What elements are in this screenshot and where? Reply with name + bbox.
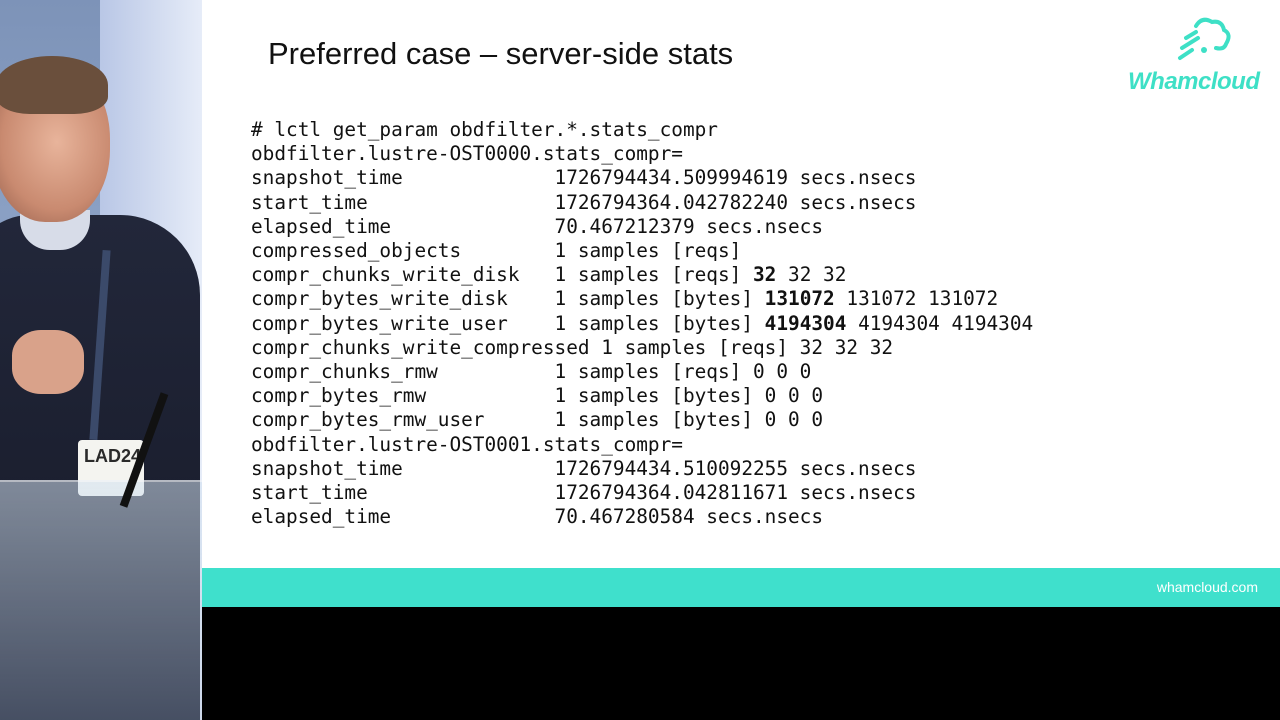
- glass-podium: [0, 480, 202, 720]
- code-highlight: 32: [753, 263, 777, 287]
- code-line: compr_bytes_write_user 1 samples [bytes]…: [251, 312, 1033, 336]
- code-text: compr_chunks_write_compressed 1 samples …: [251, 335, 894, 359]
- code-text: obdfilter.lustre-OST0000.stats_compr=: [251, 142, 683, 166]
- code-line: compr_bytes_rmw 1 samples [bytes] 0 0 0: [251, 384, 1033, 408]
- code-block: # lctl get_param obdfilter.*.stats_compr…: [251, 118, 1033, 529]
- code-text: snapshot_time 1726794434.510092255 secs.…: [251, 456, 917, 480]
- code-line: obdfilter.lustre-OST0000.stats_compr=: [251, 142, 1033, 166]
- code-line: snapshot_time 1726794434.510092255 secs.…: [251, 457, 1033, 481]
- code-text: compr_chunks_rmw 1 samples [reqs] 0 0 0: [251, 360, 812, 384]
- presentation-slide: Preferred case – server-side stats Whamc…: [202, 0, 1280, 607]
- footer-url: whamcloud.com: [1156, 579, 1258, 595]
- code-line: # lctl get_param obdfilter.*.stats_compr: [251, 118, 1033, 142]
- code-line: elapsed_time 70.467212379 secs.nsecs: [251, 215, 1033, 239]
- slide-title: Preferred case – server-side stats: [268, 36, 734, 71]
- code-line: start_time 1726794364.042782240 secs.nse…: [251, 191, 1033, 215]
- code-line: elapsed_time 70.467280584 secs.nsecs: [251, 505, 1033, 529]
- code-line: compressed_objects 1 samples [reqs]: [251, 239, 1033, 263]
- code-text: obdfilter.lustre-OST0001.stats_compr=: [251, 432, 683, 456]
- cloud-icon: [1178, 17, 1231, 60]
- code-text: # lctl get_param obdfilter.*.stats_compr: [251, 118, 718, 141]
- code-text: compressed_objects 1 samples [reqs]: [251, 239, 742, 263]
- code-text: compr_bytes_write_disk 1 samples [bytes]: [251, 287, 765, 311]
- code-text: compr_bytes_write_user 1 samples [bytes]: [251, 311, 765, 335]
- code-line: snapshot_time 1726794434.509994619 secs.…: [251, 166, 1033, 190]
- code-line: compr_chunks_write_disk 1 samples [reqs]…: [251, 263, 1033, 287]
- speaker-camera-feed: LAD24: [0, 0, 202, 720]
- code-line: compr_chunks_write_compressed 1 samples …: [251, 336, 1033, 360]
- code-text: compr_bytes_rmw 1 samples [bytes] 0 0 0: [251, 384, 824, 408]
- code-text: 131072 131072: [834, 287, 999, 311]
- code-text: elapsed_time 70.467212379 secs.nsecs: [251, 214, 824, 238]
- badge-text: LAD24: [84, 446, 142, 466]
- code-line: compr_bytes_rmw_user 1 samples [bytes] 0…: [251, 408, 1033, 432]
- code-text: compr_chunks_write_disk 1 samples [reqs]: [251, 263, 753, 287]
- logo-text: Whamcloud: [1128, 68, 1260, 95]
- code-highlight: 4194304: [764, 311, 847, 335]
- code-line: start_time 1726794364.042811671 secs.nse…: [251, 481, 1033, 505]
- code-line: compr_chunks_rmw 1 samples [reqs] 0 0 0: [251, 360, 1033, 384]
- code-text: 4194304 4194304: [846, 311, 1034, 335]
- speaker-hand: [12, 330, 84, 394]
- speaker-hair: [0, 56, 108, 114]
- code-text: start_time 1726794364.042782240 secs.nse…: [251, 190, 917, 214]
- code-text: start_time 1726794364.042811671 secs.nse…: [251, 481, 917, 505]
- code-text: 32 32: [776, 263, 847, 287]
- footer-bar: whamcloud.com: [202, 568, 1280, 607]
- code-highlight: 131072: [764, 287, 835, 311]
- code-line: compr_bytes_write_disk 1 samples [bytes]…: [251, 287, 1033, 311]
- code-text: compr_bytes_rmw_user 1 samples [bytes] 0…: [251, 408, 824, 432]
- whamcloud-logo: Whamcloud: [1122, 14, 1262, 104]
- code-text: elapsed_time 70.467280584 secs.nsecs: [251, 505, 824, 529]
- code-line: obdfilter.lustre-OST0001.stats_compr=: [251, 433, 1033, 457]
- code-text: snapshot_time 1726794434.509994619 secs.…: [251, 166, 917, 190]
